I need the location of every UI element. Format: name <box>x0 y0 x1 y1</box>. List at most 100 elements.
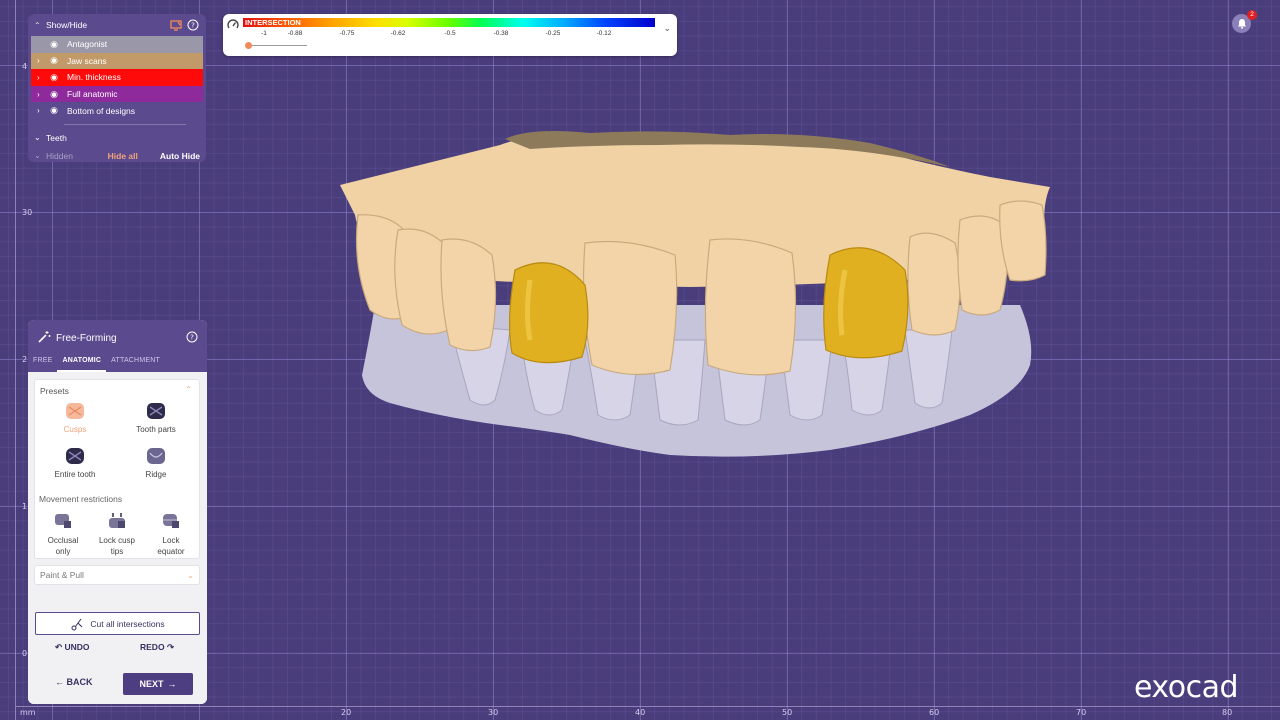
chevron-down-icon[interactable]: ⌄ <box>34 133 46 142</box>
color-gradient-bar: INTERSECTION <box>243 18 655 27</box>
restriction-label: tips <box>110 547 124 556</box>
auto-hide-button[interactable]: Auto Hide <box>160 151 200 161</box>
occlusal-lock-icon <box>55 514 71 528</box>
scissors-icon <box>71 618 83 630</box>
next-label: NEXT <box>139 679 164 689</box>
show-hide-header[interactable]: ⌃ Show/Hide ? <box>28 14 206 36</box>
teeth-group[interactable]: ⌄ Teeth <box>28 130 206 146</box>
chevron-right-icon[interactable]: › <box>37 90 47 99</box>
dental-model-viewport[interactable] <box>330 125 1060 470</box>
show-hide-panel: ⌃ Show/Hide ? ◉ Antagonist › ◉ Jaw scans… <box>28 14 206 162</box>
screen-icon[interactable] <box>169 18 183 32</box>
layer-label: Min. thickness <box>67 72 121 83</box>
tab-anatomic[interactable]: ANATOMIC <box>57 356 107 372</box>
ruler-tick: 80 <box>1222 708 1233 717</box>
back-button[interactable]: ← BACK <box>55 677 93 687</box>
chevron-right-icon[interactable]: › <box>37 106 47 115</box>
restriction-label: equator <box>157 547 185 556</box>
bell-icon <box>1237 19 1246 29</box>
help-icon[interactable]: ? <box>186 18 200 32</box>
preset-tooth-parts[interactable]: Tooth parts <box>121 402 191 434</box>
ruler-unit: mm <box>20 708 36 717</box>
redo-icon: ↷ <box>166 642 175 652</box>
restriction-lock-cusp-tips[interactable]: Lock cusp tips <box>91 512 143 557</box>
restriction-label: Occlusal <box>47 536 79 545</box>
cut-label: Cut all intersections <box>90 618 165 629</box>
tooth-parts-icon <box>147 403 165 419</box>
ruler-tick: 30 <box>488 708 499 717</box>
hide-all-button[interactable]: Hide all <box>108 151 138 161</box>
preset-label: Tooth parts <box>136 425 176 434</box>
restriction-label: only <box>55 547 71 556</box>
scale-tick: -0.75 <box>339 30 355 37</box>
redo-button[interactable]: REDO ↷ <box>140 642 174 653</box>
svg-text:?: ? <box>190 334 194 342</box>
scale-tick: -0.88 <box>287 30 303 37</box>
preset-ridge[interactable]: Ridge <box>121 447 191 479</box>
layer-row-antagonist[interactable]: ◉ Antagonist <box>31 36 203 53</box>
chevron-right-icon[interactable]: › <box>37 73 47 82</box>
eye-icon[interactable]: ◉ <box>47 105 61 116</box>
restriction-lock-equator[interactable]: Lock equator <box>145 512 197 557</box>
ruler-tick: 50 <box>782 708 793 717</box>
ruler-tick: 1 <box>22 502 28 511</box>
undo-icon: ↶ <box>55 642 63 652</box>
chevron-up-icon[interactable]: ⌃ <box>34 21 44 30</box>
arrow-right-icon: → <box>167 679 177 689</box>
restriction-label: Lock <box>162 536 180 545</box>
restriction-occlusal-only[interactable]: Occlusal only <box>37 512 89 557</box>
scale-tick: -0.62 <box>390 30 406 37</box>
scale-tick: -0.25 <box>545 30 561 37</box>
svg-text:?: ? <box>191 22 195 30</box>
hidden-label: Hidden <box>46 150 73 161</box>
chevron-down-icon[interactable]: ⌄ <box>34 151 46 160</box>
layer-row-full-anatomic[interactable]: › ◉ Full anatomic <box>31 85 203 103</box>
ruler-tick: 70 <box>1076 708 1087 717</box>
help-icon[interactable]: ? <box>186 331 198 343</box>
next-button[interactable]: NEXT → <box>123 673 193 695</box>
eye-icon[interactable]: ◉ <box>47 72 61 83</box>
chevron-down-icon[interactable]: ⌄ <box>187 571 194 580</box>
ruler-tick: 0 <box>22 649 28 658</box>
chevron-right-icon[interactable]: › <box>37 56 47 65</box>
undo-button[interactable]: ↶ UNDO <box>55 642 90 653</box>
cusp-lock-icon <box>109 513 125 528</box>
layer-row-min-thickness[interactable]: › ◉ Min. thickness <box>31 69 203 86</box>
preset-label: Ridge <box>145 470 167 479</box>
ruler-bottom: mm 20 30 40 50 60 70 80 <box>16 706 1280 720</box>
preset-cusps[interactable]: Cusps <box>40 402 110 434</box>
tab-free[interactable]: FREE <box>28 356 57 372</box>
notification-count-badge: 2 <box>1247 10 1257 20</box>
scale-label: INTERSECTION <box>245 18 301 27</box>
eye-icon[interactable]: ◉ <box>47 89 61 100</box>
layer-row-bottom-of-designs[interactable]: › ◉ Bottom of designs <box>31 102 203 119</box>
threshold-slider-track[interactable] <box>249 45 307 46</box>
tab-attachment[interactable]: ATTACHMENT <box>106 356 165 372</box>
ruler-tick: 40 <box>635 708 646 717</box>
preset-entire-tooth[interactable]: Entire tooth <box>40 447 110 479</box>
threshold-slider-handle[interactable] <box>245 42 252 49</box>
chevron-down-icon[interactable]: ⌄ <box>663 23 671 34</box>
redo-label: REDO <box>140 642 165 652</box>
teeth-label: Teeth <box>46 132 67 143</box>
paint-and-pull-section[interactable]: Paint & Pull ⌄ <box>34 565 200 585</box>
chevron-up-icon[interactable]: ⌃ <box>185 385 192 394</box>
arrow-left-icon: ← <box>55 677 64 687</box>
gauge-icon <box>227 19 239 29</box>
panel-title: Free-Forming <box>56 333 117 344</box>
ruler-tick: 2 <box>22 355 28 364</box>
eye-icon[interactable]: ◉ <box>47 39 61 50</box>
layer-label: Full anatomic <box>67 89 118 100</box>
free-forming-panel: Free-Forming ? FREE ANATOMIC ATTACHMENT … <box>28 320 207 704</box>
preset-label: Entire tooth <box>54 470 96 479</box>
ruler-tick: 60 <box>929 708 940 717</box>
ruler-tick: 4 <box>22 62 28 71</box>
eye-icon[interactable]: ◉ <box>47 55 61 66</box>
intersection-color-scale: INTERSECTION -1 -0.88 -0.75 -0.62 -0.5 -… <box>223 14 677 56</box>
free-forming-body: Presets ⌃ Cusps Tooth parts Entire tooth… <box>28 372 207 704</box>
layer-row-jaw-scans[interactable]: › ◉ Jaw scans <box>31 52 203 70</box>
movement-restrictions-title: Movement restrictions <box>39 494 123 504</box>
entire-tooth-icon <box>66 448 84 464</box>
cut-all-intersections-button[interactable]: Cut all intersections <box>35 612 200 635</box>
scale-tick: -0.12 <box>596 30 612 37</box>
